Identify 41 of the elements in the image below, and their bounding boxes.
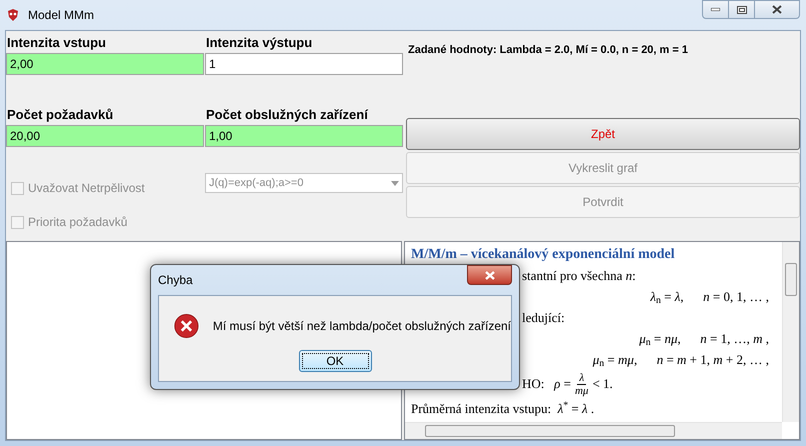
help-text: ledující: — [522, 308, 565, 327]
formula: λ$_{n}$ = λ, n = 0, 1, … , — [650, 288, 769, 306]
close-icon — [484, 270, 494, 280]
restore-icon — [736, 6, 746, 14]
minimize-icon — [711, 8, 720, 11]
input-field[interactable]: 20,00 — [6, 125, 204, 147]
input-field[interactable]: 1 — [205, 53, 403, 75]
close-button[interactable] — [755, 0, 800, 19]
vertical-scrollbar[interactable] — [782, 242, 799, 422]
input-field[interactable]: 2,00 — [6, 53, 204, 75]
checkbox-label: Priorita požadavků — [28, 214, 128, 231]
ok-button[interactable]: OK — [298, 350, 372, 372]
checkbox-label: Uvažovat Netrpělivost — [28, 180, 145, 197]
action-button[interactable]: Zpět — [406, 118, 800, 150]
field-label: Počet obslužných zařízení — [205, 106, 370, 124]
field-label: Počet požadavků — [6, 106, 114, 124]
field-label: Intenzita vstupu — [6, 34, 107, 52]
error-message: Mí musí být větší než lambda/počet obslužných zařízení — [212, 318, 511, 335]
fraction-numerator: λ — [577, 372, 586, 384]
dialog-title: Chyba — [158, 272, 193, 289]
given-values-text: Zadané hodnoty: Lambda = 2.0, Mí = 0.0, n = 20, m = 1 — [408, 44, 688, 56]
help-heading: M/M/m – vícekanálový exponenciální model — [411, 246, 675, 264]
app-icon — [6, 8, 20, 22]
formula: HO: ρ = — [522, 375, 571, 394]
input-field[interactable]: 1,00 — [205, 125, 403, 147]
formula: μ$_{n}$ = nμ, n = 1, …, m , — [639, 330, 769, 348]
field-label: Intenzita výstupu — [205, 34, 314, 52]
scrollbar-thumb[interactable] — [425, 425, 675, 437]
horizontal-scrollbar[interactable] — [405, 422, 782, 439]
formula: μ$_{n}$ = mμ, n = m + 1, m + 2, … , — [592, 350, 769, 370]
scrollbar-thumb[interactable] — [785, 263, 797, 296]
fraction-denominator: mμ — [574, 384, 588, 396]
minimize-button[interactable] — [702, 0, 729, 19]
dropdown-arrow-icon — [391, 180, 399, 186]
close-button[interactable] — [467, 265, 512, 285]
window-title: Model MMm — [28, 7, 94, 24]
close-icon — [772, 5, 782, 14]
help-text: Průměrná intenzita vstupu: λ$^{*}$ = λ . — [411, 399, 594, 418]
help-text: stantní pro všechna n: — [522, 266, 636, 285]
formula: < 1. — [592, 375, 613, 394]
maximize-button[interactable] — [729, 0, 755, 19]
